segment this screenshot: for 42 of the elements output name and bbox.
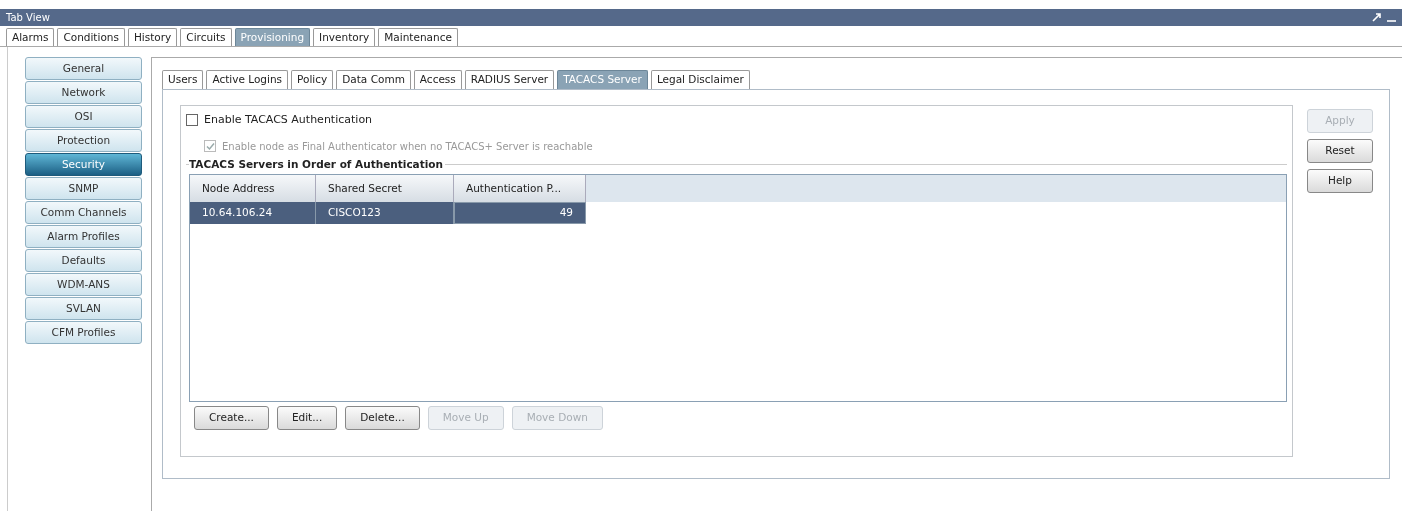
tab[interactable]: Alarms (6, 28, 55, 46)
tab[interactable]: Maintenance (378, 28, 458, 46)
button: Move Down (511, 406, 603, 431)
sidebar-item[interactable]: Protection (25, 129, 142, 152)
button: Apply (1307, 109, 1373, 133)
sidebar-item[interactable]: General (25, 57, 142, 80)
tab[interactable]: Access (413, 70, 462, 89)
button[interactable]: Edit... (276, 406, 338, 431)
sidebar-item[interactable]: SVLAN (25, 297, 142, 320)
button: Move Up (427, 406, 504, 431)
button[interactable]: Create... (194, 406, 269, 431)
column-header[interactable]: Authentication P... (454, 175, 586, 203)
tab[interactable]: Users (162, 70, 204, 89)
window-title: Tab View (6, 11, 50, 25)
option-label: Enable node as Final Authenticator when no TACACS+ Server is reachable (222, 139, 593, 154)
button[interactable]: Delete... (345, 406, 420, 431)
tab[interactable]: Data Comm (336, 70, 411, 89)
tab[interactable]: History (127, 28, 178, 46)
sidebar-item[interactable]: OSI (25, 105, 142, 128)
tab[interactable]: Conditions (57, 28, 125, 46)
option-label: Enable TACACS Authentication (204, 112, 373, 128)
sidebar-item[interactable]: Comm Channels (25, 201, 142, 224)
restore-icon[interactable] (1372, 13, 1381, 22)
button[interactable]: Help (1307, 169, 1373, 193)
sidebar-item[interactable]: CFM Profiles (25, 321, 142, 344)
sidebar-item[interactable]: WDM-ANS (25, 273, 142, 296)
tab[interactable]: Active Logins (206, 70, 289, 89)
sidebar-item[interactable]: Security (25, 153, 142, 176)
tab[interactable]: RADIUS Server (464, 70, 555, 89)
sidebar-item[interactable]: Defaults (25, 249, 142, 272)
tab[interactable]: Circuits (180, 28, 232, 46)
column-header[interactable]: Shared Secret (316, 175, 454, 203)
sidebar-item[interactable]: Alarm Profiles (25, 225, 142, 248)
sidebar-item[interactable]: SNMP (25, 177, 142, 200)
sidebar-item[interactable]: Network (25, 81, 142, 104)
table-row[interactable]: 10.64.106.24 CISCO123 49 (190, 202, 586, 225)
tab[interactable]: Inventory (313, 28, 376, 46)
tab[interactable]: Legal Disclaimer (650, 70, 750, 89)
button[interactable]: Reset (1307, 139, 1373, 163)
column-header[interactable]: Node Address (190, 175, 316, 203)
tab[interactable]: Policy (291, 70, 334, 89)
checkbox[interactable] (186, 114, 198, 127)
